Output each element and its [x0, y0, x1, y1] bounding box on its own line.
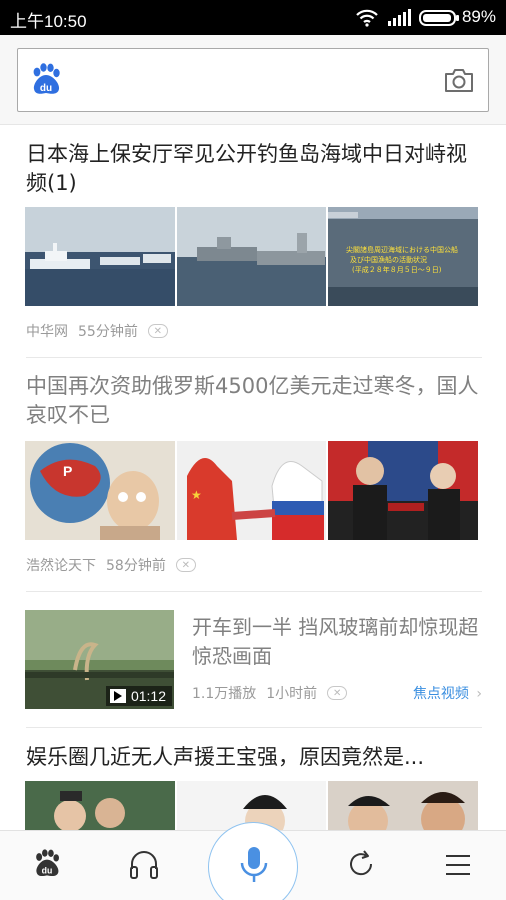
- dislike-close-icon[interactable]: ✕: [147, 324, 168, 338]
- svg-text:P: P: [63, 463, 72, 479]
- baidu-paw-icon: du: [33, 63, 60, 94]
- mic-icon: [240, 847, 268, 882]
- news-meta: 浩然论天下 58分钟前 ✕: [26, 555, 196, 575]
- menu-icon[interactable]: [445, 853, 471, 877]
- news-thumbnail[interactable]: P: [25, 441, 175, 540]
- news-thumbnail[interactable]: [25, 207, 175, 306]
- video-thumbnail[interactable]: 01:12: [25, 610, 174, 709]
- status-time: 上午10:50: [10, 12, 87, 31]
- video-title[interactable]: 开车到一半 挡风玻璃前却惊现超惊恐画面: [192, 613, 482, 671]
- signal-icon: [388, 9, 411, 26]
- news-thumbnail[interactable]: [328, 441, 479, 540]
- news-time: 58分钟前: [106, 558, 166, 574]
- svg-text:★: ★: [191, 488, 202, 502]
- news-image-row[interactable]: 尖閣諸島周辺海域における中国公船 及び中国漁船の活動状況 (平成２８年８月５日～…: [25, 207, 479, 306]
- battery-percent: 89%: [461, 7, 496, 26]
- camera-icon[interactable]: [444, 67, 474, 93]
- news-thumbnail[interactable]: [176, 207, 327, 306]
- logo-text: du: [42, 866, 53, 876]
- play-icon: [109, 689, 126, 703]
- wifi-icon: [356, 9, 378, 27]
- video-duration: 01:12: [130, 688, 166, 704]
- news-title[interactable]: 中国再次资助俄罗斯4500亿美元走过寒冬，国人哀叹不已: [26, 372, 486, 430]
- search-area: du: [0, 35, 506, 125]
- video-plays: 1.1万播放: [192, 686, 257, 702]
- video-meta: 1.1万播放 1小时前 ✕: [192, 683, 348, 703]
- home-paw-icon[interactable]: du: [33, 849, 61, 879]
- dislike-close-icon[interactable]: ✕: [327, 686, 348, 700]
- news-thumbnail[interactable]: ★: [176, 441, 327, 540]
- news-meta: 中华网 55分钟前 ✕: [26, 321, 168, 341]
- news-source: 浩然论天下: [26, 558, 96, 574]
- news-title[interactable]: 娱乐圈几近无人声援王宝强，原因竟然是...: [26, 743, 486, 772]
- news-image-row[interactable]: P ★: [25, 441, 479, 540]
- svg-text:(平成２８年８月５日～９日): (平成２８年８月５日～９日): [352, 265, 442, 274]
- svg-text:尖閣諸島周辺海域における中国公船: 尖閣諸島周辺海域における中国公船: [346, 245, 458, 254]
- search-input[interactable]: du: [17, 48, 489, 112]
- news-thumbnail[interactable]: [328, 781, 479, 831]
- video-time: 1小时前: [266, 686, 318, 702]
- news-thumbnail[interactable]: [25, 781, 175, 831]
- headphones-icon[interactable]: [128, 849, 160, 881]
- video-source-link[interactable]: 焦点视频 ›: [413, 683, 482, 703]
- logo-text: du: [40, 83, 52, 94]
- divider: [26, 727, 482, 728]
- chevron-right-icon: ›: [476, 686, 482, 702]
- news-time: 55分钟前: [78, 324, 138, 340]
- news-title[interactable]: 日本海上保安厅罕见公开钓鱼岛海域中日对峙视频(1): [26, 140, 486, 198]
- refresh-icon[interactable]: [346, 849, 376, 879]
- news-thumbnail[interactable]: 尖閣諸島周辺海域における中国公船 及び中国漁船の活動状況 (平成２８年８月５日～…: [328, 207, 479, 306]
- battery-icon: [419, 10, 459, 26]
- dislike-close-icon[interactable]: ✕: [175, 558, 196, 572]
- news-source: 中华网: [26, 324, 68, 340]
- divider: [26, 591, 482, 592]
- divider: [26, 357, 482, 358]
- status-bar: 上午10:50 89%: [0, 0, 506, 35]
- video-duration-badge: 01:12: [105, 686, 172, 706]
- svg-text:及び中国漁船の活動状況: 及び中国漁船の活動状況: [350, 255, 427, 264]
- video-source: 焦点视频: [412, 686, 469, 702]
